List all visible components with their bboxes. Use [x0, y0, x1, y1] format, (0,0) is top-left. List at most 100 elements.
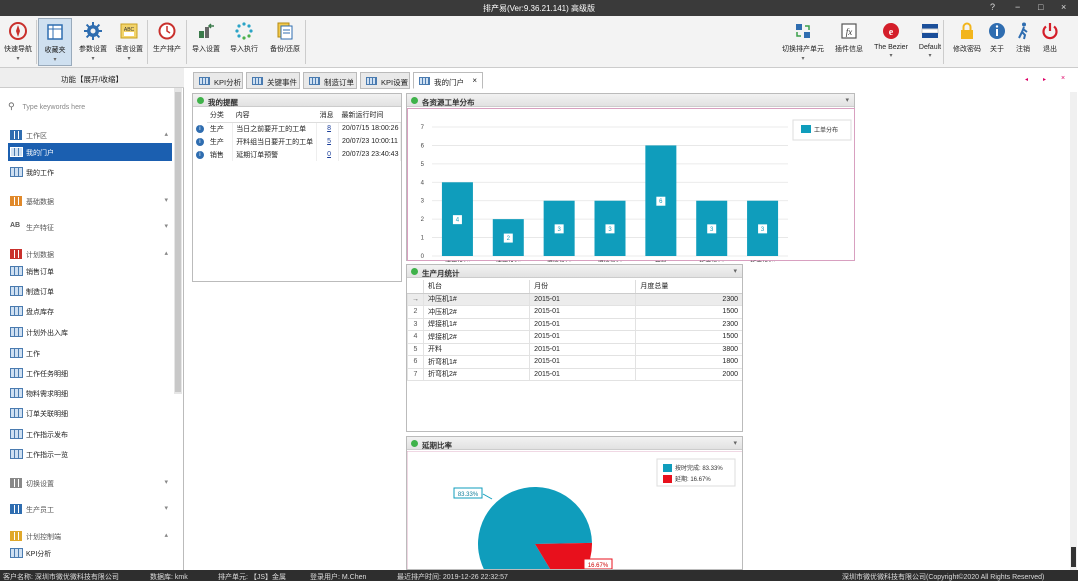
exit-button[interactable]: 退出 — [1037, 18, 1063, 66]
slice-label: 16.67% — [588, 563, 609, 569]
monthly-col-header[interactable]: 月份 — [529, 280, 636, 294]
bezier-icon: e — [883, 23, 899, 39]
grid-icon — [10, 327, 23, 337]
tab-1[interactable]: 关键事件 — [246, 72, 300, 89]
nav-group[interactable]: 生产员工 ▾ — [8, 502, 172, 516]
monthly-cell: 2015-01 — [529, 368, 636, 381]
minimize-button[interactable]: − — [1015, 2, 1020, 12]
import-settings-button[interactable]: 导入设置 — [188, 18, 224, 66]
quick-nav-button[interactable]: 快速导航 ▾ — [0, 18, 36, 66]
the-bezier-button[interactable]: e The Bezier ▾ — [870, 18, 912, 66]
tab-0[interactable]: KPI分析 — [193, 72, 243, 89]
nav-item[interactable]: 工作指示发布 — [8, 425, 172, 443]
close-button[interactable]: × — [1061, 2, 1066, 12]
table-row[interactable]: 4 焊接机2# 2015-01 1500 — [406, 330, 742, 344]
status-dot-icon — [411, 97, 418, 104]
help-icon[interactable]: ? — [990, 2, 995, 12]
panel-menu-icon[interactable]: ▾ — [845, 96, 849, 104]
nav-item[interactable]: 计划外出入库 — [8, 323, 172, 341]
monthly-col-header[interactable]: 月度总量 — [635, 280, 742, 294]
main-scroll-thumb[interactable] — [1071, 547, 1076, 567]
reminder-col-header[interactable]: 内容 — [232, 109, 317, 123]
ribbon-separator — [943, 20, 944, 64]
nav-item[interactable]: 工作任务明细 — [8, 364, 172, 382]
change-password-button[interactable]: 修改密码 — [950, 18, 984, 66]
tab-close-all-icon[interactable]: × — [1061, 75, 1065, 82]
monthly-col-header[interactable]: 机台 — [423, 280, 530, 294]
chevron-icon: ▾ — [164, 197, 168, 204]
status-dot-icon — [411, 268, 418, 275]
nav-item[interactable]: 工作指示一览 — [8, 445, 172, 463]
backup-restore-button[interactable]: 备份/还原 — [266, 18, 304, 66]
nav-item-label: 计划外出入库 — [26, 330, 68, 337]
reminder-col-header[interactable]: 分类 — [206, 109, 233, 123]
nav-item[interactable]: 我的工作 — [8, 163, 172, 181]
plugin-info-button[interactable]: fx 插件信息 — [830, 18, 868, 66]
table-row[interactable]: i 生产 当日之前要开工的工单 8 20/07/15 18:00:26 — [193, 122, 401, 135]
table-row[interactable]: 5 开料 2015-01 3800 — [406, 343, 742, 356]
table-row[interactable]: 3 焊接机1# 2015-01 2300 — [406, 318, 742, 331]
row-indicator: 4 — [406, 330, 424, 344]
reminder-cell[interactable]: 5 — [316, 135, 340, 148]
y-tick-label: 0 — [421, 254, 425, 260]
nav-item[interactable]: 工作 — [8, 344, 172, 362]
switch-unit-label: 切换排产单元 — [782, 46, 824, 53]
tab-close-icon[interactable]: × — [472, 76, 477, 85]
nav-item-label: 盘点库存 — [26, 309, 54, 316]
nav-expand-collapse-header[interactable]: 功能【展开/收缩】 — [0, 68, 184, 88]
tab-scroll-left-icon[interactable]: ◂ — [1025, 76, 1028, 83]
nav-item[interactable]: 物料需求明细 — [8, 384, 172, 402]
table-row[interactable]: i 生产 开料组当日要开工的工单 5 20/07/23 10:00:11 — [193, 135, 401, 148]
reminder-col-header[interactable]: 消息 — [316, 109, 339, 123]
import-execute-button[interactable]: 导入执行 — [226, 18, 262, 66]
about-button[interactable]: 关于 — [984, 18, 1010, 66]
tab-scroll-right-icon[interactable]: ▸ — [1043, 76, 1046, 83]
reminder-col-header[interactable]: 最新运行时间 — [338, 109, 401, 123]
nav-item[interactable]: 盘点库存 — [8, 302, 172, 320]
nav-search-input[interactable]: ⚲ Type keywords here — [8, 101, 172, 113]
nav-group[interactable]: 计划数据 ▴ — [8, 247, 172, 261]
nav-group[interactable]: 计划控制端 ▴ — [8, 529, 172, 543]
production-schedule-button[interactable]: 生产排产 — [148, 18, 186, 66]
tab-3[interactable]: KPI设置 — [360, 72, 410, 89]
nav-item[interactable]: 制造订单 — [8, 282, 172, 300]
table-row[interactable]: 6 折弯机1# 2015-01 1800 — [406, 355, 742, 369]
tab-4[interactable]: 我的门户 × — [413, 72, 483, 89]
function-icon: fx — [841, 23, 857, 39]
search-placeholder: Type keywords here — [22, 104, 86, 111]
nav-group[interactable]: 基础数据 ▾ — [8, 194, 172, 208]
nav-scrollbar[interactable] — [174, 88, 182, 394]
chevron-icon: ▴ — [164, 131, 168, 138]
nav-item[interactable]: 销售订单 — [8, 262, 172, 280]
grid-icon — [10, 348, 23, 358]
grid-icon — [10, 306, 23, 316]
tab-2[interactable]: 制造订单 — [303, 72, 357, 89]
maximize-button[interactable]: □ — [1038, 2, 1043, 12]
table-row[interactable]: i 销售 延期订单预警 0 20/07/23 23:40:43 — [193, 148, 401, 161]
favorites-button[interactable]: 收藏夹 ▾ — [38, 18, 72, 66]
grid-icon — [10, 167, 23, 177]
nav-item[interactable]: 我的门户 — [8, 143, 172, 161]
exit-label: 退出 — [1043, 46, 1057, 53]
panel-menu-icon[interactable]: ▾ — [733, 439, 737, 447]
svg-text:e: e — [889, 27, 894, 38]
reminder-cell[interactable]: 0 — [316, 148, 340, 161]
main-scrollbar[interactable] — [1070, 92, 1077, 570]
table-row[interactable]: → 冲压机1# 2015-01 2300 — [406, 293, 742, 306]
table-row[interactable]: 2 冲压机2# 2015-01 1500 — [406, 305, 742, 319]
nav-scroll-thumb[interactable] — [175, 92, 181, 392]
nav-item[interactable]: KPI分析 — [8, 544, 172, 562]
x-tick-label: 折弯机2# — [750, 260, 775, 262]
switch-unit-button[interactable]: 切换排产单元 ▾ — [775, 18, 831, 66]
nav-group[interactable]: 工作区 ▴ — [8, 128, 172, 142]
language-settings-button[interactable]: ABC 语言设置 ▾ — [112, 18, 146, 66]
nav-item[interactable]: 订单关联明细 — [8, 404, 172, 422]
panel-menu-icon[interactable]: ▾ — [733, 267, 737, 275]
logout-button[interactable]: 注销 — [1010, 18, 1036, 66]
nav-group[interactable]: AB 生产特征 ▾ — [8, 220, 172, 234]
lock-icon — [961, 22, 973, 39]
reminder-cell[interactable]: 8 — [316, 122, 340, 135]
table-row[interactable]: 7 折弯机2# 2015-01 2000 — [406, 368, 742, 381]
param-settings-button[interactable]: 参数设置 ▾ — [75, 18, 111, 66]
nav-group[interactable]: 切换设置 ▾ — [8, 476, 172, 490]
